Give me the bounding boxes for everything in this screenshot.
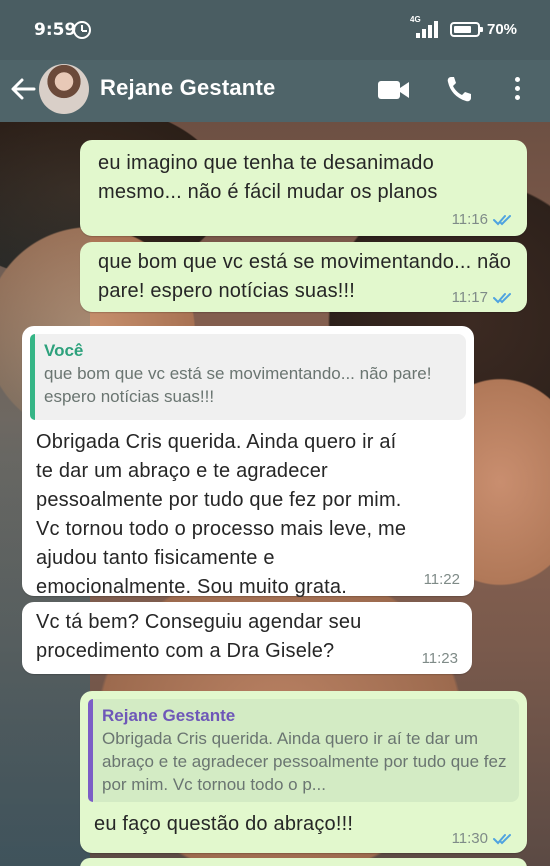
quoted-message[interactable]: Rejane Gestante Obrigada Cris querida. A… (88, 699, 519, 802)
quote-text: Obrigada Cris querida. Ainda quero ir aí… (102, 729, 507, 794)
battery-percent: 70% (487, 21, 518, 38)
message-bubble-outgoing[interactable]: Rejane Gestante Obrigada Cris querida. A… (80, 691, 527, 853)
message-text: Obrigada Cris querida. Ainda quero ir aí… (36, 431, 407, 598)
quote-author: Rejane Gestante (102, 706, 236, 725)
contact-avatar[interactable] (39, 64, 89, 114)
message-meta: 11:30 (452, 830, 515, 847)
battery-icon (450, 22, 483, 37)
status-bar: 9:59 4G 70% (0, 0, 550, 60)
message-time: 11:17 (451, 289, 488, 306)
message-bubble-incoming[interactable]: Você que bom que vc está se movimentando… (22, 326, 474, 598)
back-arrow-icon[interactable] (8, 74, 38, 104)
message-meta: 11:17 (452, 289, 515, 306)
chat-header: Rejane Gestante (0, 60, 550, 122)
status-time: 9:59 (34, 20, 77, 40)
message-bubble-outgoing[interactable]: eu imagino que tenha te desanimado mesmo… (80, 140, 527, 236)
alarm-icon (73, 21, 91, 39)
message-text: eu imagino que tenha te desanimado mesmo… (98, 152, 438, 203)
message-time: 11:30 (451, 830, 488, 847)
message-time: 11:23 (421, 650, 458, 667)
message-meta: 11:22 (424, 571, 460, 588)
read-ticks-icon (493, 292, 511, 303)
message-meta: 11:16 (452, 211, 515, 228)
contact-name[interactable]: Rejane Gestante (100, 75, 275, 101)
quote-author: Você (44, 341, 84, 360)
signal-icon (416, 20, 442, 38)
video-call-icon[interactable] (376, 78, 412, 102)
message-text: Vc tá bem? Conseguiu agendar seu procedi… (36, 611, 362, 662)
read-ticks-icon (493, 214, 511, 225)
message-bubble-incoming[interactable]: Vc tá bem? Conseguiu agendar seu procedi… (22, 602, 472, 674)
message-time: 11:22 (423, 571, 460, 588)
message-time: 11:16 (451, 211, 488, 228)
phone-icon[interactable] (445, 74, 473, 104)
message-bubble-outgoing[interactable]: que bom que vc está se movimentando... n… (80, 242, 527, 312)
read-ticks-icon (493, 833, 511, 844)
more-options-icon[interactable] (510, 73, 526, 105)
message-bubble-outgoing-partial[interactable] (80, 858, 527, 866)
message-meta: 11:23 (422, 650, 458, 667)
quote-text: que bom que vc está se movimentando... n… (44, 364, 432, 406)
quoted-message[interactable]: Você que bom que vc está se movimentando… (30, 334, 466, 420)
